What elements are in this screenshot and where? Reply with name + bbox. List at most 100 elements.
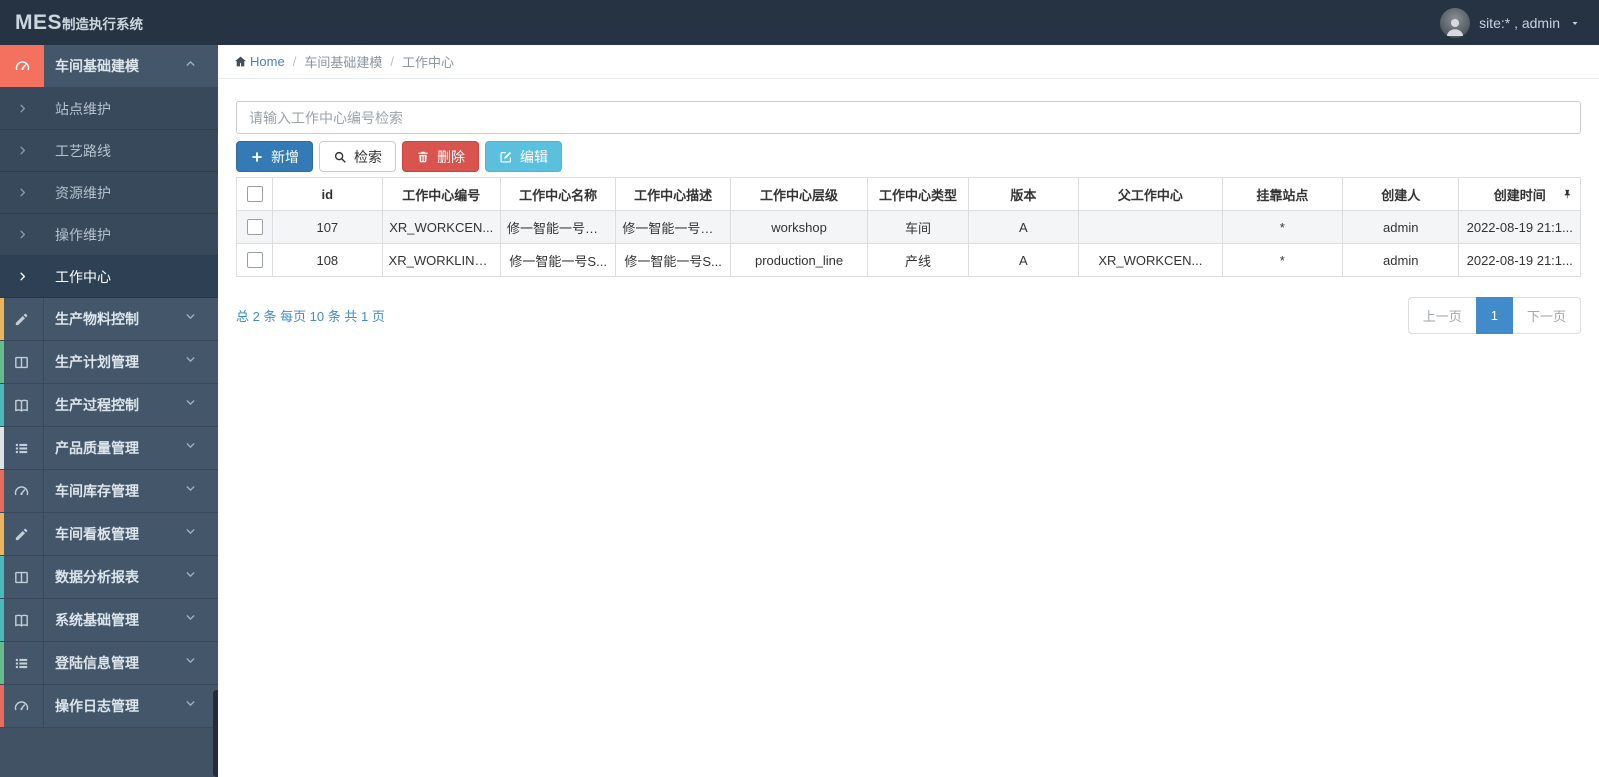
toolbar: 新增 检索 删除 编辑 — [236, 141, 1581, 172]
column-header: 创建人 — [1342, 177, 1460, 211]
pagination: 总 2 条 每页 10 条 共 1 页 上一页 1 下一页 — [236, 297, 1581, 334]
sidebar-item-work-center[interactable]: 工作中心 — [0, 256, 218, 298]
page-1-button[interactable]: 1 — [1475, 297, 1513, 334]
plus-icon — [250, 150, 264, 164]
table-row[interactable]: 108 XR_WORKLINE... 修一智能一号S... 修一智能一号S... pro… — [235, 243, 1581, 277]
content-panel: 新增 检索 删除 编辑 id工作中心编号工作中心名称工作中心描述工作中心层级工作中心类… — [218, 79, 1599, 352]
edit-icon — [499, 150, 513, 164]
row-checkbox[interactable] — [246, 219, 263, 236]
column-header: 挂靠站点 — [1221, 177, 1344, 211]
chevron-down-icon — [184, 568, 197, 581]
home-icon — [234, 55, 247, 68]
search-button[interactable]: 检索 — [319, 141, 396, 172]
sidebar-item-production-process-control[interactable]: 生产过程控制 — [0, 384, 218, 427]
chevron-right-icon — [17, 271, 28, 282]
app-logo-primary: MES — [15, 10, 63, 34]
tachometer-icon — [13, 698, 30, 715]
select-all-checkbox[interactable] — [246, 186, 263, 203]
row-select-cell — [235, 210, 274, 244]
breadcrumb-home-link[interactable]: Home — [234, 54, 285, 69]
breadcrumb-separator: / — [390, 54, 394, 69]
sidebar-item-production-plan-management[interactable]: 生产计划管理 — [0, 341, 218, 384]
chevron-down-icon — [184, 611, 197, 624]
table-cell: XR_WORKCEN... — [381, 210, 501, 244]
column-header: 创建时间 — [1458, 177, 1581, 211]
button-label: 新增 — [271, 148, 299, 165]
sidebar-item-system-basic-management[interactable]: 系统基础管理 — [0, 599, 218, 642]
sidebar-item-process-route[interactable]: 工艺路线 — [0, 130, 218, 172]
sidebar-item-production-material-control[interactable]: 生产物料控制 — [0, 298, 218, 341]
table-cell: admin — [1342, 243, 1460, 277]
work-center-table: id 工作中心编号 工作中心名称 工作中心描述 工作中心层级 工作中心类型 版本 父工作中心挂… — [235, 177, 1581, 277]
top-navbar: MES 制造执行系统 site:* , admin — [0, 0, 1599, 45]
table-cell: 2022-08-19 21:1... — [1458, 243, 1581, 277]
sidebar-item-site-maintenance[interactable]: 站点维护 — [0, 88, 218, 130]
edit-button[interactable]: 编辑 — [485, 141, 562, 172]
chevron-down-icon — [184, 310, 197, 323]
chevron-down-icon — [184, 482, 197, 495]
table-cell: 车间 — [867, 210, 969, 244]
table-cell: 修一智能一号S... — [499, 243, 617, 277]
sidebar-item-product-quality-management[interactable]: 产品质量管理 — [0, 427, 218, 470]
button-label: 删除 — [437, 148, 465, 165]
table-cell: XR_WORKCEN... — [1078, 243, 1223, 277]
group-color-strip — [0, 513, 4, 555]
group-color-strip — [0, 556, 4, 598]
chevron-down-icon — [184, 353, 197, 366]
row-select-cell — [235, 243, 274, 277]
sidebar-item-workshop-kanban-management[interactable]: 车间看板管理 — [0, 513, 218, 556]
button-label: 检索 — [354, 148, 382, 165]
search-input[interactable] — [236, 101, 1581, 134]
sidebar-item-workshop-inventory-management[interactable]: 车间库存管理 — [0, 470, 218, 513]
sidebar-item-operation-maintenance[interactable]: 操作维护 — [0, 214, 218, 256]
table-cell: A — [967, 243, 1080, 277]
sidebar-item-operation-log-management[interactable]: 操作日志管理 — [0, 685, 218, 728]
sidebar-group-label: 生产过程控制 — [55, 397, 139, 413]
sidebar-item-data-analysis-report[interactable]: 数据分析报表 — [0, 556, 218, 599]
table-cell: 108 — [272, 243, 383, 277]
tachometer-icon — [14, 58, 31, 75]
row-checkbox[interactable] — [246, 252, 263, 269]
group-color-strip — [0, 341, 4, 383]
delete-button[interactable]: 删除 — [402, 141, 479, 172]
caret-down-icon — [1569, 17, 1581, 29]
columns-icon — [13, 354, 30, 371]
sidebar-submenu: 站点维护工艺路线资源维护操作维护工作中心 — [0, 88, 218, 298]
group-color-strip — [0, 427, 4, 469]
breadcrumb-crumb: 工作中心 — [401, 55, 454, 70]
sidebar-group-label: 车间基础建模 — [55, 58, 139, 74]
pin-icon[interactable] — [1562, 189, 1573, 200]
table-row[interactable]: 107 XR_WORKCEN... 修一智能一号车间 修一智能一号车间 workshop… — [235, 210, 1581, 244]
submenu-item-label: 工艺路线 — [55, 142, 111, 159]
select-all-cell — [235, 177, 274, 211]
book-icon — [13, 397, 30, 414]
person-icon — [1443, 14, 1467, 38]
column-header: 版本 — [967, 177, 1080, 211]
sidebar: 车间基础建模 站点维护工艺路线资源维护操作维护工作中心 生产物料控制 生产计划管理… — [0, 45, 222, 777]
list-icon — [13, 440, 30, 457]
sidebar-group-label: 登陆信息管理 — [55, 655, 139, 671]
breadcrumb-crumb: 车间基础建模 — [304, 55, 383, 70]
submenu-item-label: 操作维护 — [55, 226, 111, 243]
group-color-strip — [0, 298, 4, 340]
add-button[interactable]: 新增 — [236, 141, 313, 172]
avatar — [1440, 7, 1471, 38]
sidebar-item-workshop-basic-modeling[interactable]: 车间基础建模 — [0, 45, 218, 88]
next-page-button[interactable]: 下一页 — [1511, 297, 1581, 334]
sidebar-item-login-info-management[interactable]: 登陆信息管理 — [0, 642, 218, 685]
user-menu[interactable]: site:* , admin — [1440, 7, 1581, 38]
prev-page-button[interactable]: 上一页 — [1407, 297, 1477, 334]
chevron-down-icon — [184, 439, 197, 452]
column-header: 工作中心名称 — [499, 177, 617, 211]
column-header: 工作中心类型 — [867, 177, 969, 211]
tachometer-icon — [13, 483, 30, 500]
sidebar-group-label: 产品质量管理 — [55, 440, 139, 456]
table-cell: 107 — [272, 210, 383, 244]
submenu-item-label: 站点维护 — [55, 100, 111, 117]
column-header: 工作中心描述 — [615, 177, 731, 211]
group-color-strip — [0, 642, 4, 684]
table-cell: XR_WORKLINE... — [381, 243, 501, 277]
table-cell: production_line — [729, 243, 869, 277]
app-logo-secondary: 制造执行系统 — [62, 16, 144, 32]
sidebar-item-resource-maintenance[interactable]: 资源维护 — [0, 172, 218, 214]
